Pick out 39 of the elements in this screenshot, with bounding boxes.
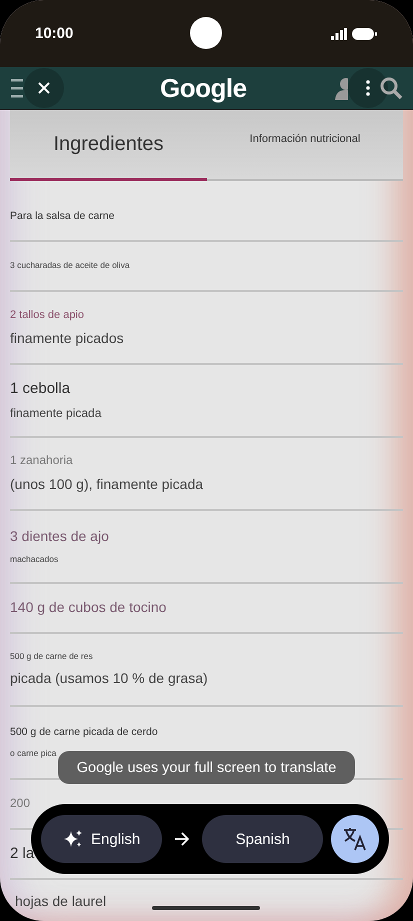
close-icon bbox=[37, 81, 51, 95]
arrow-icon bbox=[174, 832, 190, 846]
more-button[interactable] bbox=[348, 68, 388, 108]
ingredient-note: 500 g de carne de res bbox=[10, 652, 93, 662]
ingredient-text: 1 cebolla bbox=[10, 380, 70, 398]
ingredient-text: Para la salsa de carne bbox=[10, 210, 114, 222]
ingredient-text: 500 g de carne picada de cerdo bbox=[10, 727, 158, 739]
logo: Google bbox=[160, 73, 247, 104]
ingredient-note: finamente picada bbox=[10, 407, 102, 420]
translate-button[interactable] bbox=[331, 815, 379, 863]
close-button[interactable] bbox=[24, 68, 64, 108]
source-language-button[interactable]: English bbox=[41, 815, 162, 863]
tab[interactable]: Información nutricional bbox=[207, 110, 403, 181]
ingredient-note: o carne pica bbox=[10, 748, 56, 758]
ingredient-text: finamente picados bbox=[10, 330, 124, 346]
tab[interactable]: Ingredientes bbox=[10, 110, 207, 181]
ingredient-text: (unos 100 g), finamente picada bbox=[10, 477, 204, 493]
ingredient-text: picada (usamos 10 % de grasa) bbox=[10, 671, 208, 687]
ingredient-text: 1 zanahoria bbox=[10, 454, 73, 468]
person-icon[interactable] bbox=[334, 76, 348, 100]
battery-icon bbox=[352, 28, 377, 40]
sparkle-icon bbox=[63, 829, 83, 849]
more-icon bbox=[366, 80, 370, 96]
menu-icon[interactable] bbox=[11, 78, 23, 98]
toast-message: Google uses your full screen to translate bbox=[58, 751, 355, 784]
ingredient-note: machacados bbox=[10, 554, 58, 564]
signal-icon bbox=[331, 28, 347, 40]
ingredient-text: 2 tallos de apio bbox=[10, 308, 84, 321]
ingredient-text: 140 g de cubos de tocino bbox=[10, 600, 166, 616]
ingredient-text: 2 la bbox=[10, 846, 34, 862]
camera-cutout bbox=[190, 17, 222, 49]
translate-icon bbox=[342, 826, 368, 852]
ingredient-text: hojas de laurel bbox=[15, 894, 106, 910]
clock: 10:00 bbox=[35, 25, 74, 42]
ingredient-text: 3 dientes de ajo bbox=[10, 529, 109, 545]
ingredient-note: 3 cucharadas de aceite de oliva bbox=[10, 261, 130, 271]
target-language-button[interactable]: Spanish bbox=[202, 815, 324, 863]
ingredient-text: 200 bbox=[10, 797, 30, 811]
search-icon[interactable] bbox=[379, 76, 403, 100]
